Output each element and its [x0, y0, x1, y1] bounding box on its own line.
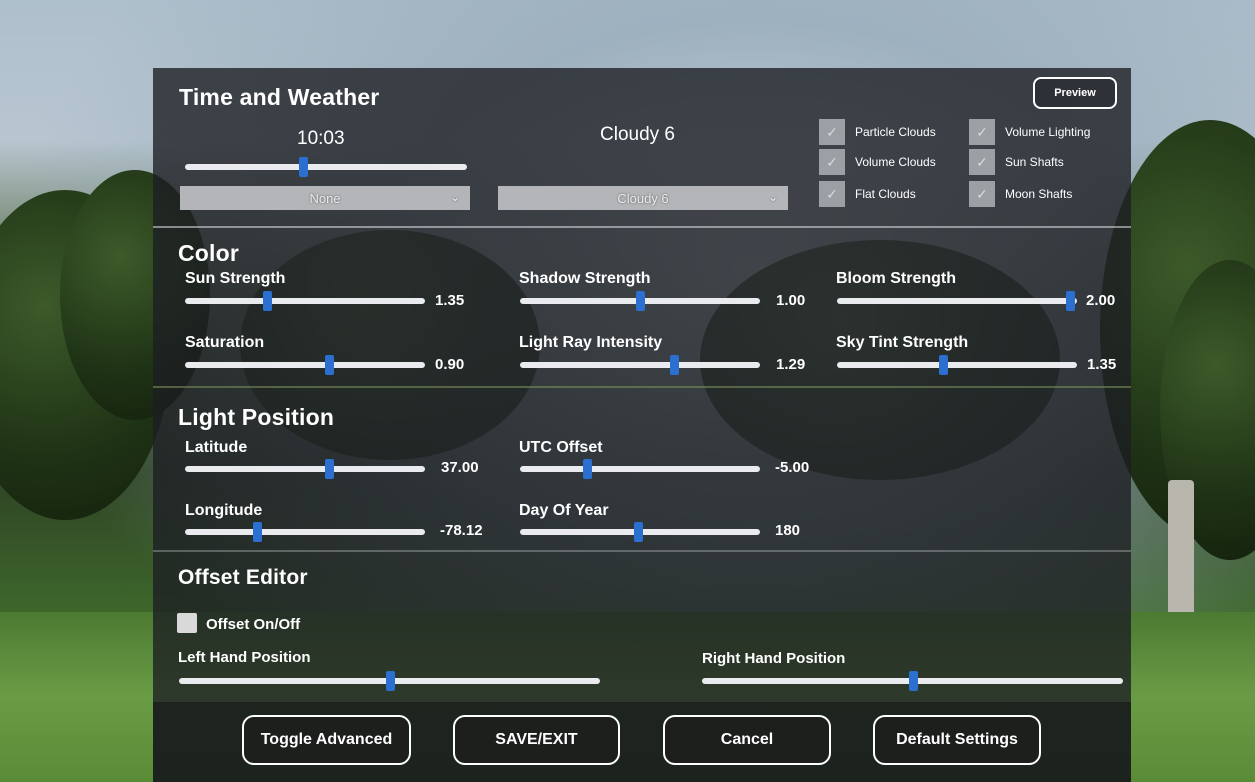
flat-clouds-checkbox[interactable]: ✓ Flat Clouds	[819, 181, 916, 207]
slider-thumb[interactable]	[262, 291, 272, 311]
slider-thumb[interactable]	[669, 355, 679, 375]
time-preset-dropdown[interactable]: None ⌄	[180, 186, 470, 210]
left-hand-position-label: Left Hand Position	[178, 649, 311, 666]
slider-thumb[interactable]	[938, 355, 948, 375]
checkbox-label: Volume Clouds	[855, 155, 936, 169]
slider-thumb[interactable]	[1065, 291, 1075, 311]
light-position-section: Light Position Latitude 37.00 UTC Offset…	[153, 388, 1131, 550]
utc-offset-label: UTC Offset	[519, 439, 603, 456]
time-value: 10:03	[297, 128, 345, 149]
shadow-strength-value: 1.00	[776, 292, 806, 309]
offset-editor-section: Offset Editor Offset On/Off Left Hand Po…	[153, 552, 1131, 702]
slider-thumb[interactable]	[385, 671, 395, 691]
latitude-slider[interactable]	[185, 459, 425, 479]
settings-panel: Time and Weather Preview 10:03 None ⌄ Cl…	[153, 68, 1131, 782]
latitude-value: 37.00	[441, 459, 479, 476]
light-ray-intensity-slider[interactable]	[520, 355, 760, 375]
time-slider-thumb[interactable]	[299, 157, 309, 177]
day-of-year-value: 180	[775, 522, 801, 539]
toggle-advanced-button[interactable]: Toggle Advanced	[242, 715, 411, 765]
preview-button[interactable]: Preview	[1033, 77, 1117, 109]
slider-thumb[interactable]	[636, 291, 645, 311]
offset-toggle-checkbox[interactable]	[177, 613, 197, 633]
saturation-label: Saturation	[185, 334, 265, 351]
bloom-strength-slider[interactable]	[837, 291, 1077, 311]
chevron-down-icon: ⌄	[449, 190, 460, 204]
check-icon: ✓	[969, 149, 995, 175]
bloom-strength-value: 2.00	[1086, 292, 1116, 309]
utc-offset-slider[interactable]	[520, 459, 760, 479]
cancel-button[interactable]: Cancel	[663, 715, 831, 765]
volume-clouds-checkbox[interactable]: ✓ Volume Clouds	[819, 149, 936, 175]
sun-strength-slider[interactable]	[185, 291, 425, 311]
shadow-strength-slider[interactable]	[520, 291, 760, 311]
offset-toggle-label: Offset On/Off	[206, 616, 301, 633]
time-weather-title: Time and Weather	[179, 84, 380, 110]
slider-thumb[interactable]	[908, 671, 918, 691]
volume-lighting-checkbox[interactable]: ✓ Volume Lighting	[969, 119, 1090, 145]
checkbox-label: Volume Lighting	[1005, 125, 1091, 139]
day-of-year-slider[interactable]	[520, 522, 760, 542]
slider-thumb[interactable]	[583, 459, 593, 479]
checkbox-label: Particle Clouds	[855, 125, 936, 139]
right-hand-position-label: Right Hand Position	[702, 650, 846, 667]
saturation-value: 0.90	[435, 356, 465, 373]
action-bar: Toggle Advanced SAVE/EXIT Cancel Default…	[153, 702, 1131, 782]
slider-thumb[interactable]	[325, 355, 334, 375]
time-preset-value: None	[309, 190, 341, 206]
sun-strength-value: 1.35	[435, 292, 465, 309]
longitude-label: Longitude	[185, 502, 263, 519]
check-icon: ✓	[969, 119, 995, 145]
offset-editor-title: Offset Editor	[178, 566, 308, 589]
checkbox-label: Sun Shafts	[1005, 155, 1064, 169]
light-ray-intensity-label: Light Ray Intensity	[519, 334, 663, 351]
check-icon: ✓	[969, 181, 995, 207]
slider-thumb[interactable]	[253, 522, 262, 542]
moon-shafts-checkbox[interactable]: ✓ Moon Shafts	[969, 181, 1072, 207]
slider-thumb[interactable]	[325, 459, 334, 479]
sky-tint-strength-slider[interactable]	[837, 355, 1077, 375]
check-icon: ✓	[819, 181, 845, 207]
particle-clouds-checkbox[interactable]: ✓ Particle Clouds	[819, 119, 936, 145]
right-hand-position-slider[interactable]	[702, 671, 1123, 691]
sun-shafts-checkbox[interactable]: ✓ Sun Shafts	[969, 149, 1064, 175]
sky-tint-strength-value: 1.35	[1087, 356, 1117, 373]
default-settings-button[interactable]: Default Settings	[873, 715, 1041, 765]
shadow-strength-label: Shadow Strength	[519, 270, 651, 287]
weather-dropdown[interactable]: Cloudy 6 ⌄	[498, 186, 788, 210]
chevron-down-icon: ⌄	[767, 190, 778, 204]
utc-offset-value: -5.00	[775, 459, 810, 476]
light-ray-intensity-value: 1.29	[776, 356, 806, 373]
check-icon: ✓	[819, 149, 845, 175]
light-position-title: Light Position	[178, 404, 335, 430]
left-hand-position-slider[interactable]	[179, 671, 600, 691]
day-of-year-label: Day Of Year	[519, 502, 609, 519]
checkbox-label: Flat Clouds	[855, 187, 916, 201]
longitude-slider[interactable]	[185, 522, 425, 542]
sun-strength-label: Sun Strength	[185, 270, 286, 287]
time-weather-section: Time and Weather Preview 10:03 None ⌄ Cl…	[153, 68, 1131, 228]
slider-thumb[interactable]	[633, 522, 643, 542]
bloom-strength-label: Bloom Strength	[836, 270, 956, 287]
saturation-slider[interactable]	[185, 355, 425, 375]
check-icon: ✓	[819, 119, 845, 145]
longitude-value: -78.12	[440, 522, 483, 539]
sky-tint-strength-label: Sky Tint Strength	[836, 334, 969, 351]
color-section: Color Sun Strength 1.35 Shadow Strength …	[153, 228, 1131, 386]
latitude-label: Latitude	[185, 439, 248, 456]
weather-value: Cloudy 6	[600, 124, 675, 145]
color-title: Color	[178, 240, 240, 266]
weather-dropdown-value: Cloudy 6	[617, 190, 669, 206]
save-exit-button[interactable]: SAVE/EXIT	[453, 715, 620, 765]
checkbox-label: Moon Shafts	[1005, 187, 1073, 201]
time-slider[interactable]	[185, 157, 467, 177]
